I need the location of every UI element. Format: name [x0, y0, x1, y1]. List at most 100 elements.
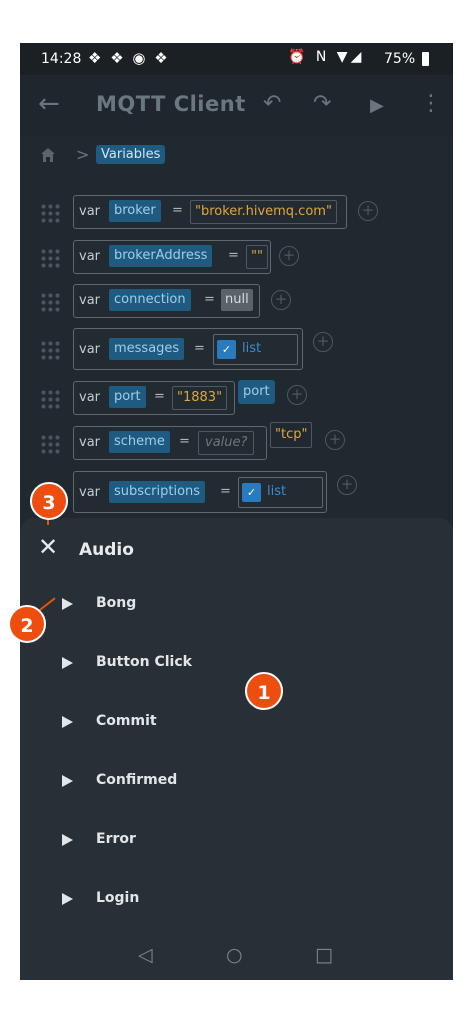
- system-icons: ⏰ N ▼◢: [288, 49, 365, 65]
- list-value[interactable]: ✓ list: [238, 477, 323, 508]
- audio-item[interactable]: Login: [20, 877, 453, 927]
- variable-row: var subscriptions = ✓ list +: [20, 471, 453, 513]
- list-label: list: [267, 484, 287, 499]
- audio-item-label: Confirmed: [96, 772, 178, 788]
- audio-item[interactable]: Commit: [20, 700, 453, 750]
- variable-row: var brokerAddress = "" +: [20, 240, 453, 280]
- home-icon[interactable]: [40, 147, 56, 163]
- more-icon[interactable]: ⋮: [420, 91, 442, 116]
- drag-handle-icon[interactable]: [40, 389, 62, 411]
- variable-block[interactable]: var connection = null: [73, 284, 260, 318]
- variable-row: var broker = "broker.hivemq.com" +: [20, 195, 453, 235]
- system-nav-bar: ◁ ○ □: [20, 930, 453, 980]
- var-keyword: var: [79, 204, 101, 219]
- var-keyword: var: [79, 293, 101, 308]
- audio-item[interactable]: Confirmed: [20, 759, 453, 809]
- variable-row: var messages = ✓ list +: [20, 328, 453, 370]
- equals-sign: =: [204, 292, 215, 307]
- variable-name[interactable]: port: [109, 386, 146, 408]
- callout-3-badge: 3: [30, 482, 68, 520]
- list-value[interactable]: ✓ list: [213, 334, 298, 365]
- nav-recents-icon[interactable]: □: [315, 944, 333, 966]
- add-circle-icon[interactable]: +: [271, 290, 291, 310]
- variable-name[interactable]: connection: [109, 289, 191, 311]
- play-icon[interactable]: [62, 657, 73, 669]
- play-icon[interactable]: [62, 893, 73, 905]
- equals-sign: =: [228, 248, 239, 263]
- play-icon[interactable]: [62, 598, 73, 610]
- nav-back-icon[interactable]: ◁: [138, 944, 153, 966]
- null-value[interactable]: null: [221, 289, 253, 311]
- play-icon[interactable]: [62, 716, 73, 728]
- audio-item-label: Commit: [96, 713, 157, 729]
- audio-item[interactable]: Bong: [20, 582, 453, 632]
- nav-home-icon[interactable]: ○: [226, 944, 243, 966]
- equals-sign: =: [220, 484, 231, 499]
- close-icon[interactable]: ✕: [38, 535, 58, 559]
- variable-block[interactable]: var brokerAddress = "": [73, 240, 271, 274]
- port-block[interactable]: port: [238, 380, 275, 404]
- breadcrumb-current[interactable]: Variables: [96, 145, 166, 164]
- drag-handle-icon[interactable]: [40, 340, 62, 362]
- callout-1-badge: 1: [245, 672, 283, 710]
- breadcrumb: > Variables: [20, 139, 453, 173]
- back-arrow-icon[interactable]: ←: [38, 89, 60, 119]
- audio-item[interactable]: Button Click: [20, 641, 453, 691]
- status-time: 14:28: [41, 51, 82, 67]
- add-circle-icon[interactable]: +: [358, 201, 378, 221]
- status-bar: 14:28 ❖ ❖ ◉ ❖ ⏰ N ▼◢ 75%: [20, 43, 453, 75]
- play-icon[interactable]: [62, 834, 73, 846]
- var-keyword: var: [79, 249, 101, 264]
- equals-sign: =: [154, 389, 165, 404]
- add-circle-icon[interactable]: +: [325, 430, 345, 450]
- add-circle-icon[interactable]: +: [313, 332, 333, 352]
- equals-sign: =: [172, 203, 183, 218]
- variable-name[interactable]: brokerAddress: [109, 245, 213, 267]
- variable-name[interactable]: scheme: [109, 431, 170, 453]
- breadcrumb-separator: >: [76, 145, 90, 164]
- variable-block[interactable]: var scheme = value?: [73, 426, 267, 460]
- redo-icon[interactable]: ↷: [313, 91, 331, 116]
- add-circle-icon[interactable]: +: [337, 475, 357, 495]
- battery-percent: 75%: [384, 51, 416, 67]
- audio-item-label: Login: [96, 890, 140, 906]
- variable-name[interactable]: broker: [109, 200, 161, 222]
- audio-item-label: Bong: [96, 595, 137, 611]
- chevron-down-icon[interactable]: ✓: [242, 483, 261, 502]
- variable-block[interactable]: var messages = ✓ list: [73, 328, 303, 370]
- drag-handle-icon[interactable]: [40, 292, 62, 314]
- variable-block[interactable]: var port = "1883": [73, 381, 235, 415]
- phone-screen: 14:28 ❖ ❖ ◉ ❖ ⏰ N ▼◢ 75% ← MQTT Client ↶…: [20, 43, 453, 980]
- string-value[interactable]: "": [246, 245, 268, 269]
- variable-block[interactable]: var broker = "broker.hivemq.com": [73, 195, 347, 229]
- drag-handle-icon[interactable]: [40, 203, 62, 225]
- audio-item-label: Button Click: [96, 654, 192, 670]
- audio-item[interactable]: Error: [20, 818, 453, 868]
- add-circle-icon[interactable]: +: [279, 246, 299, 266]
- string-value[interactable]: "broker.hivemq.com": [190, 200, 337, 224]
- app-title: MQTT Client: [96, 92, 246, 116]
- add-circle-icon[interactable]: +: [287, 385, 307, 405]
- value-placeholder[interactable]: value?: [198, 431, 255, 455]
- battery-icon: [422, 52, 429, 66]
- play-icon[interactable]: [62, 775, 73, 787]
- notification-icons: ❖ ❖ ◉ ❖: [88, 49, 170, 67]
- string-value[interactable]: "1883": [172, 386, 228, 410]
- chevron-down-icon[interactable]: ✓: [217, 340, 236, 359]
- audio-bottom-sheet: ✕ Audio Bong Button Click Commit Confirm…: [20, 518, 453, 980]
- variable-row: var port = "1883" port +: [20, 380, 453, 421]
- var-keyword: var: [79, 342, 101, 357]
- drag-handle-icon[interactable]: [40, 434, 62, 456]
- equals-sign: =: [179, 434, 190, 449]
- var-keyword: var: [79, 390, 101, 405]
- variable-name[interactable]: subscriptions: [109, 481, 206, 503]
- undo-icon[interactable]: ↶: [263, 91, 281, 116]
- variable-row: var scheme = value? "tcp" +: [20, 422, 453, 466]
- variable-block[interactable]: var subscriptions = ✓ list: [73, 471, 327, 513]
- variable-name[interactable]: messages: [109, 338, 185, 360]
- tcp-string-block[interactable]: "tcp": [270, 422, 313, 448]
- play-icon[interactable]: ▶: [370, 95, 384, 116]
- callout-2-badge: 2: [8, 605, 46, 643]
- audio-item-label: Error: [96, 831, 136, 847]
- drag-handle-icon[interactable]: [40, 248, 62, 270]
